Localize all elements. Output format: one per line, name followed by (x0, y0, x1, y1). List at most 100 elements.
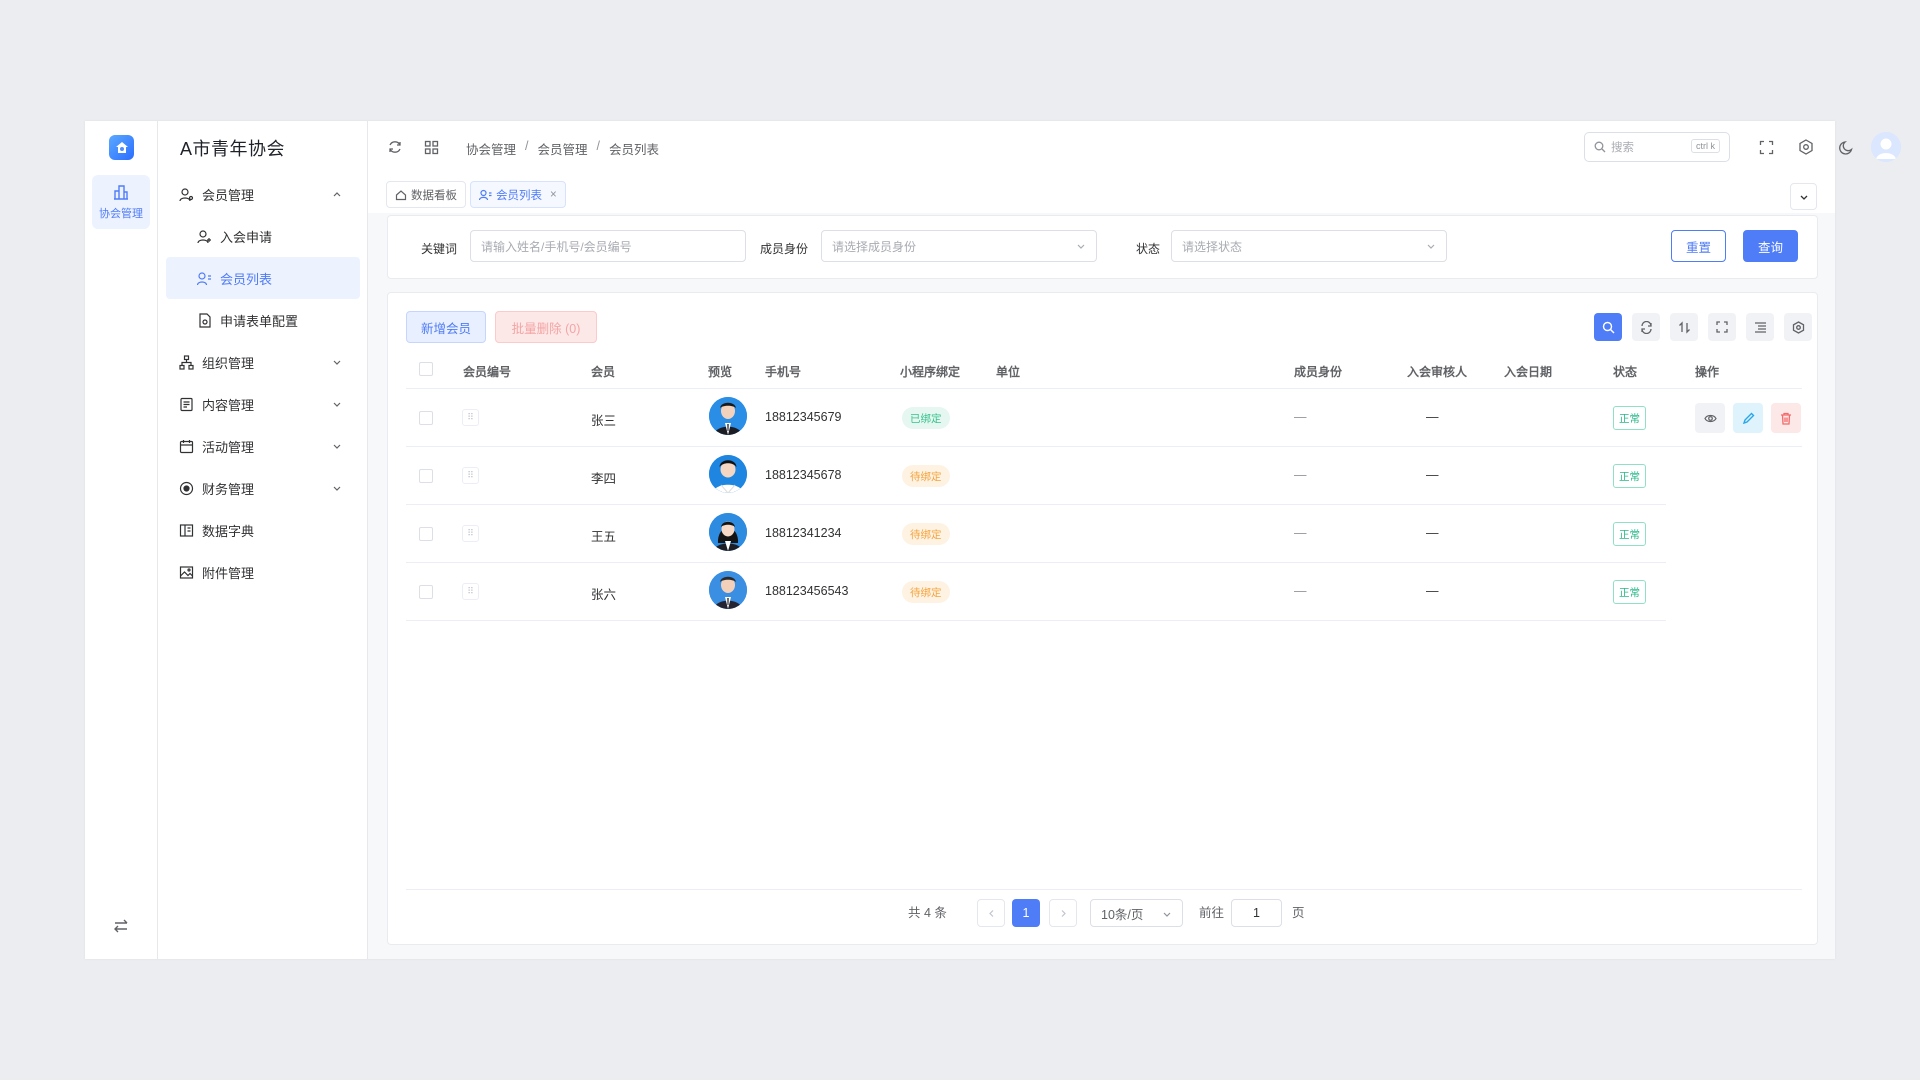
drag-handle-icon[interactable]: ⠿ (462, 525, 479, 542)
sidebar-item-activity-management[interactable]: 活动管理 (158, 425, 368, 467)
keyword-placeholder: 请输入姓名/手机号/会员编号 (481, 239, 632, 254)
identity-placeholder: 请选择成员身份 (832, 239, 917, 254)
view-button[interactable] (1695, 403, 1725, 433)
breadcrumb-item[interactable]: 协会管理 (466, 139, 516, 158)
refresh-icon[interactable] (387, 139, 403, 155)
member-photo[interactable] (709, 513, 747, 551)
row-checkbox[interactable] (419, 469, 433, 483)
chevron-left-icon (988, 909, 993, 917)
batch-delete-button[interactable]: 批量删除 (0) (495, 311, 597, 343)
column-header: 成员身份 (1294, 365, 1343, 379)
tab-member-list[interactable]: 会员列表 × (470, 181, 566, 208)
sidebar-item-label: 财务管理 (202, 481, 255, 497)
rail-item-association[interactable]: 协会管理 (92, 175, 150, 229)
sidebar-item-join-application[interactable]: 入会申请 (158, 215, 368, 257)
status-badge: 正常 (1613, 464, 1646, 488)
row-checkbox[interactable] (419, 585, 433, 599)
pagination-divider (406, 889, 1802, 890)
top-bar: 协会管理 / 会员管理 / 会员列表 搜索 ctrl k (368, 121, 1901, 173)
page-suffix: 页 (1292, 906, 1305, 920)
delete-button[interactable] (1771, 403, 1801, 433)
sidebar-item-label: 内容管理 (202, 397, 255, 413)
sidebar-item-data-dictionary[interactable]: 数据字典 (158, 509, 368, 551)
reset-button[interactable]: 重置 (1671, 230, 1726, 262)
status-badge: 正常 (1613, 522, 1646, 546)
fullscreen-table-button[interactable] (1708, 313, 1736, 341)
add-member-button[interactable]: 新增会员 (406, 311, 486, 343)
prev-page-button[interactable] (977, 899, 1005, 927)
drag-handle-icon[interactable]: ⠿ (462, 409, 479, 426)
member-identity: — (1294, 526, 1307, 540)
bind-status-tag: 已绑定 (902, 407, 950, 429)
identity-select[interactable]: 请选择成员身份 (821, 230, 1097, 262)
sidebar-item-label: 会员管理 (202, 187, 255, 203)
coin-icon (178, 480, 194, 496)
tab-dashboard[interactable]: 数据看板 (386, 181, 466, 208)
select-all-checkbox[interactable] (419, 362, 433, 376)
column-header: 单位 (996, 365, 1021, 379)
row-checkbox[interactable] (419, 411, 433, 425)
grid-menu-icon[interactable] (423, 139, 439, 155)
toggle-search-button[interactable] (1594, 313, 1622, 341)
density-icon (1754, 321, 1766, 333)
fullscreen-icon[interactable] (1758, 139, 1774, 155)
keyword-input[interactable]: 请输入姓名/手机号/会员编号 (470, 230, 746, 262)
keyword-label: 关键词 (421, 242, 458, 256)
home-icon (395, 189, 407, 201)
sidebar-item-attachment-management[interactable]: 附件管理 (158, 551, 368, 593)
sidebar-item-label: 会员列表 (220, 271, 273, 287)
settings-icon[interactable] (1798, 139, 1814, 155)
next-page-button[interactable] (1049, 899, 1077, 927)
dark-mode-icon[interactable] (1838, 139, 1854, 155)
status-badge: 正常 (1613, 580, 1646, 604)
sidebar-item-content-management[interactable]: 内容管理 (158, 383, 368, 425)
member-phone: 18812341234 (765, 526, 842, 540)
column-header: 入会审核人 (1407, 365, 1468, 379)
column-settings-button[interactable] (1784, 313, 1812, 341)
status-select[interactable]: 请选择状态 (1171, 230, 1447, 262)
sidebar-item-label: 组织管理 (202, 355, 255, 371)
trash-icon (1781, 412, 1791, 425)
collapse-toggle-icon[interactable] (112, 917, 130, 938)
goto-page-input[interactable]: 1 (1231, 899, 1282, 927)
app-title: A市青年协会 (180, 139, 286, 159)
sidebar-item-member-list[interactable]: 会员列表 (166, 257, 360, 299)
calendar-icon (178, 438, 194, 454)
sidebar-item-finance-management[interactable]: 财务管理 (158, 467, 368, 509)
page-size-value: 10条/页 (1101, 907, 1144, 922)
sidebar-item-org-management[interactable]: 组织管理 (158, 341, 368, 383)
sidebar-item-member-management[interactable]: 会员管理 (158, 173, 368, 215)
page-number-current[interactable]: 1 (1012, 899, 1040, 927)
column-header: 会员 (591, 365, 616, 379)
total-count: 共 4 条 (908, 906, 947, 920)
sidebar-item-form-config[interactable]: 申请表单配置 (158, 299, 368, 341)
rail-item-label: 协会管理 (99, 208, 143, 220)
member-photo[interactable] (709, 397, 747, 435)
breadcrumb-item[interactable]: 会员管理 (538, 139, 588, 158)
tabs-dropdown-button[interactable] (1790, 183, 1817, 210)
drag-handle-icon[interactable]: ⠿ (462, 467, 479, 484)
pencil-icon (1742, 412, 1754, 424)
page-size-select[interactable]: 10条/页 (1090, 899, 1183, 927)
breadcrumb-item: 会员列表 (609, 143, 660, 157)
refresh-icon (1640, 320, 1652, 334)
chevron-down-icon (332, 481, 342, 496)
drag-handle-icon[interactable]: ⠿ (462, 583, 479, 600)
eye-icon (1703, 414, 1717, 422)
density-button[interactable] (1746, 313, 1774, 341)
user-list-icon (196, 270, 212, 286)
member-reviewer: — (1426, 584, 1439, 598)
refresh-table-button[interactable] (1632, 313, 1660, 341)
edit-button[interactable] (1733, 403, 1763, 433)
global-search[interactable]: 搜索 ctrl k (1584, 132, 1730, 162)
close-icon[interactable]: × (550, 189, 557, 201)
query-button[interactable]: 查询 (1743, 230, 1798, 262)
member-photo[interactable] (709, 455, 747, 493)
member-photo[interactable] (709, 571, 747, 609)
search-icon (1594, 141, 1606, 153)
breadcrumb: 协会管理 / 会员管理 / 会员列表 (466, 139, 659, 158)
row-checkbox[interactable] (419, 527, 433, 541)
user-avatar[interactable] (1871, 132, 1901, 162)
sort-button[interactable] (1670, 313, 1698, 341)
goto-label: 前往 (1199, 906, 1225, 920)
